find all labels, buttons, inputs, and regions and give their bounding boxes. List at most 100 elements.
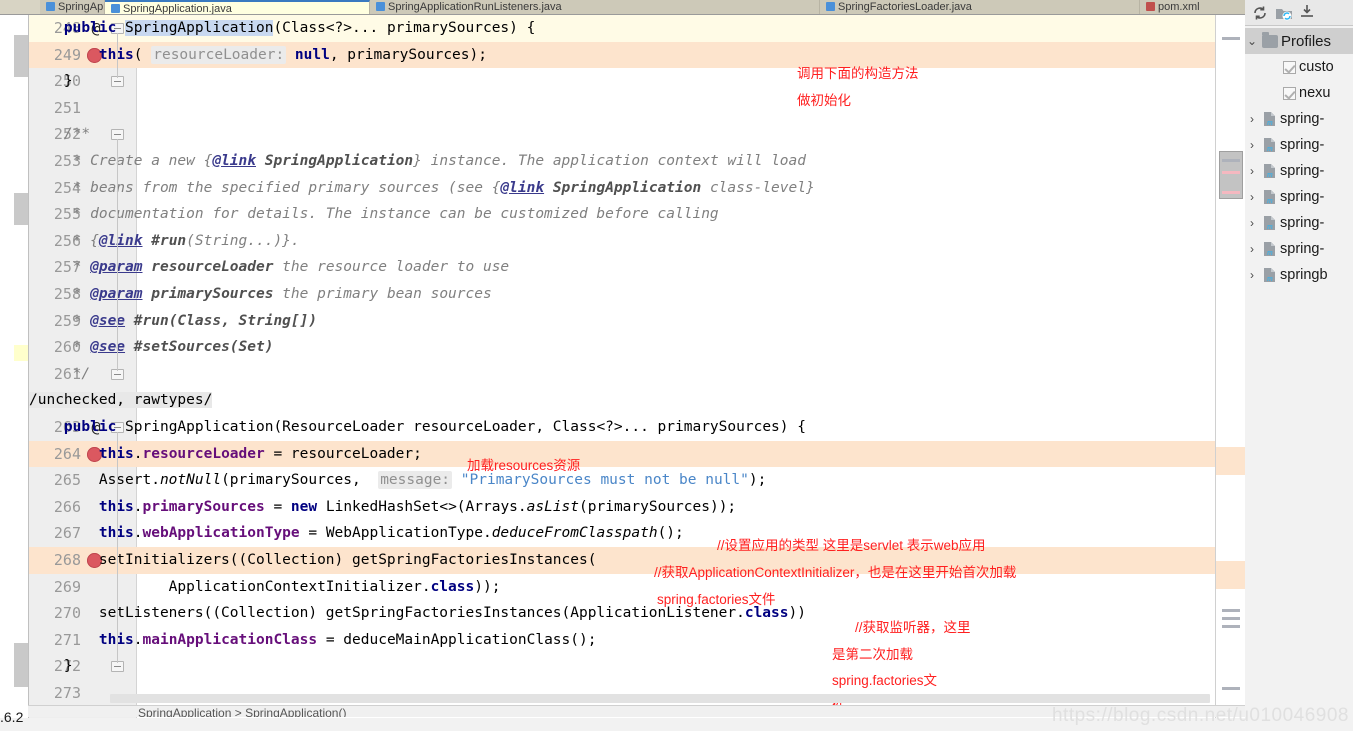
editor-tab-label: pom.xml <box>1158 1 1200 13</box>
maven-tree-item[interactable]: ⌄ Profiles <box>1245 28 1353 54</box>
editor-tab-label: SpringFactoriesLoader.java <box>838 1 972 13</box>
svg-text:m: m <box>1267 118 1273 127</box>
maven-tree-item-label: spring- <box>1280 189 1325 205</box>
maven-module-icon: m <box>1262 241 1277 257</box>
maven-tree-item[interactable]: › m spring- <box>1245 210 1353 236</box>
maven-tree-item-label: spring- <box>1280 137 1325 153</box>
maven-tree[interactable]: ⌄ Profiles custo nexu › m spring- › m spring- › m sp… <box>1245 28 1353 288</box>
maven-tree-item[interactable]: › m spring- <box>1245 132 1353 158</box>
maven-tree-item[interactable]: › m spring- <box>1245 236 1353 262</box>
code-annotation-text: spring.factories文件 <box>657 592 776 607</box>
code-annotation-text: 调用下面的构造方法 <box>797 66 919 81</box>
code-text: setListeners((Collection) getSpringFacto… <box>29 605 806 622</box>
horizontal-scrollbar[interactable] <box>110 694 1210 703</box>
java-file-icon <box>376 2 385 11</box>
code-annotation-text: //获取ApplicationContextInitializer，也是在这里开… <box>654 565 1017 580</box>
marker <box>1222 159 1240 162</box>
svg-text:m: m <box>1267 222 1273 231</box>
download-sources-icon[interactable] <box>1275 4 1293 22</box>
code-text: this.webApplicationType = WebApplication… <box>99 525 684 542</box>
collapse-all-icon[interactable] <box>1299 4 1317 22</box>
editor-tab-label: SpringApplication.java <box>123 3 232 14</box>
maven-tree-item-label: springb <box>1280 267 1328 283</box>
chevron-right-icon[interactable]: › <box>1245 190 1259 204</box>
maven-tree-item[interactable]: › m springb <box>1245 262 1353 288</box>
maven-module-icon: m <box>1262 267 1277 283</box>
code-text: this.primarySources = new LinkedHashSet<… <box>99 498 737 515</box>
maven-module-icon: m <box>1262 137 1277 153</box>
code-text: * @see #setSources(Set) <box>29 339 274 356</box>
maven-tree-item-label: spring- <box>1280 111 1325 127</box>
chevron-right-icon[interactable]: › <box>1245 164 1259 178</box>
code-text: public SpringApplication(ResourceLoader … <box>63 419 806 435</box>
code-text: /unchecked, rawtypes/ <box>29 392 213 409</box>
svg-text:m: m <box>1267 274 1273 283</box>
code-annotation-text: //设置应用的类型 这里是servlet 表示web应用 <box>717 538 986 553</box>
editor-tab-2[interactable]: SpringApplicationRunListeners.java <box>370 0 820 14</box>
fold-region-line <box>117 139 118 371</box>
code-text: ApplicationContextInitializer.class)); <box>29 578 501 595</box>
chevron-right-icon[interactable]: › <box>1245 268 1259 282</box>
code-text: } <box>29 73 73 90</box>
marker <box>1222 37 1240 40</box>
maven-tree-item[interactable]: › m spring- <box>1245 158 1353 184</box>
editor-marker-bar[interactable] <box>1215 15 1245 718</box>
marker-highlight <box>1216 561 1245 589</box>
code-text: this.resourceLoader = resourceLoader; <box>99 445 422 462</box>
chevron-right-icon[interactable]: › <box>1245 216 1259 230</box>
code-text: this.mainApplicationClass = deduceMainAp… <box>99 631 597 648</box>
marker <box>1222 625 1240 628</box>
maven-tree-item-label: Profiles <box>1281 32 1332 50</box>
code-text: * {@link #run(String...)}. <box>29 232 300 249</box>
code-text: * @param primarySources the primary bean… <box>29 286 492 302</box>
code-text: * documentation for details. The instanc… <box>29 206 719 223</box>
editor-tab-label: SpringApplication.java <box>58 1 104 13</box>
refresh-icon[interactable] <box>1251 4 1269 22</box>
maven-tree-item[interactable]: nexu <box>1245 80 1353 106</box>
stripe-block-yellow <box>14 345 28 361</box>
maven-tree-item-label: spring- <box>1280 241 1325 257</box>
profile-checkbox[interactable] <box>1283 86 1296 100</box>
code-annotation-text: 是第二次加载 <box>832 647 913 662</box>
code-editor[interactable]: 248 @ public SpringApplication(Class<?>..… <box>28 15 1245 718</box>
line-number: 251 <box>53 98 81 117</box>
svg-text:m: m <box>1267 196 1273 205</box>
fold-region-line <box>117 432 118 664</box>
marker-highlight <box>1216 447 1245 475</box>
java-file-icon <box>46 2 55 11</box>
code-text: setInitializers((Collection) getSpringFa… <box>29 552 597 568</box>
maven-tree-item[interactable]: › m spring- <box>1245 106 1353 132</box>
code-line[interactable] <box>29 95 1245 122</box>
code-text: /** <box>29 126 91 143</box>
code-text: Assert.notNull(primarySources, message: … <box>29 471 767 490</box>
chevron-right-icon[interactable]: › <box>1245 242 1259 256</box>
editor-tab-0[interactable]: SpringApplication.java <box>40 0 105 14</box>
profile-checkbox[interactable] <box>1283 60 1296 74</box>
maven-tree-item-label: spring- <box>1280 215 1325 231</box>
stripe-block <box>14 643 28 687</box>
maven-tree-item[interactable]: custo <box>1245 54 1353 80</box>
editor-tab-3[interactable]: SpringFactoriesLoader.java <box>820 0 1140 14</box>
code-text: * @see #run(Class, String[]) <box>29 312 318 329</box>
code-text: } <box>29 658 73 675</box>
chevron-right-icon[interactable]: › <box>1245 112 1259 126</box>
maven-tree-item-label: spring- <box>1280 163 1325 179</box>
chevron-down-icon[interactable]: ⌄ <box>1245 34 1259 48</box>
marker-error <box>1222 171 1240 174</box>
marker <box>1222 609 1240 612</box>
svg-text:m: m <box>1267 248 1273 257</box>
chevron-right-icon[interactable]: › <box>1245 138 1259 152</box>
editor-tab-label: SpringApplicationRunListeners.java <box>388 1 562 13</box>
maven-tree-item-label: custo <box>1299 59 1334 75</box>
maven-module-icon: m <box>1262 163 1277 179</box>
code-annotation-text: 做初始化 <box>797 93 851 108</box>
maven-tree-item-label: nexu <box>1299 85 1331 101</box>
maven-module-icon: m <box>1262 189 1277 205</box>
version-label: .6.2 <box>0 709 24 725</box>
editor-tab-1[interactable]: SpringApplication.java <box>105 0 370 14</box>
marker <box>1222 617 1240 620</box>
editor-pane: 248 @ public SpringApplication(Class<?>..… <box>0 14 1245 718</box>
code-text: * @param resourceLoader the resource loa… <box>29 259 510 276</box>
maven-tree-item[interactable]: › m spring- <box>1245 184 1353 210</box>
stripe-block <box>14 35 28 77</box>
